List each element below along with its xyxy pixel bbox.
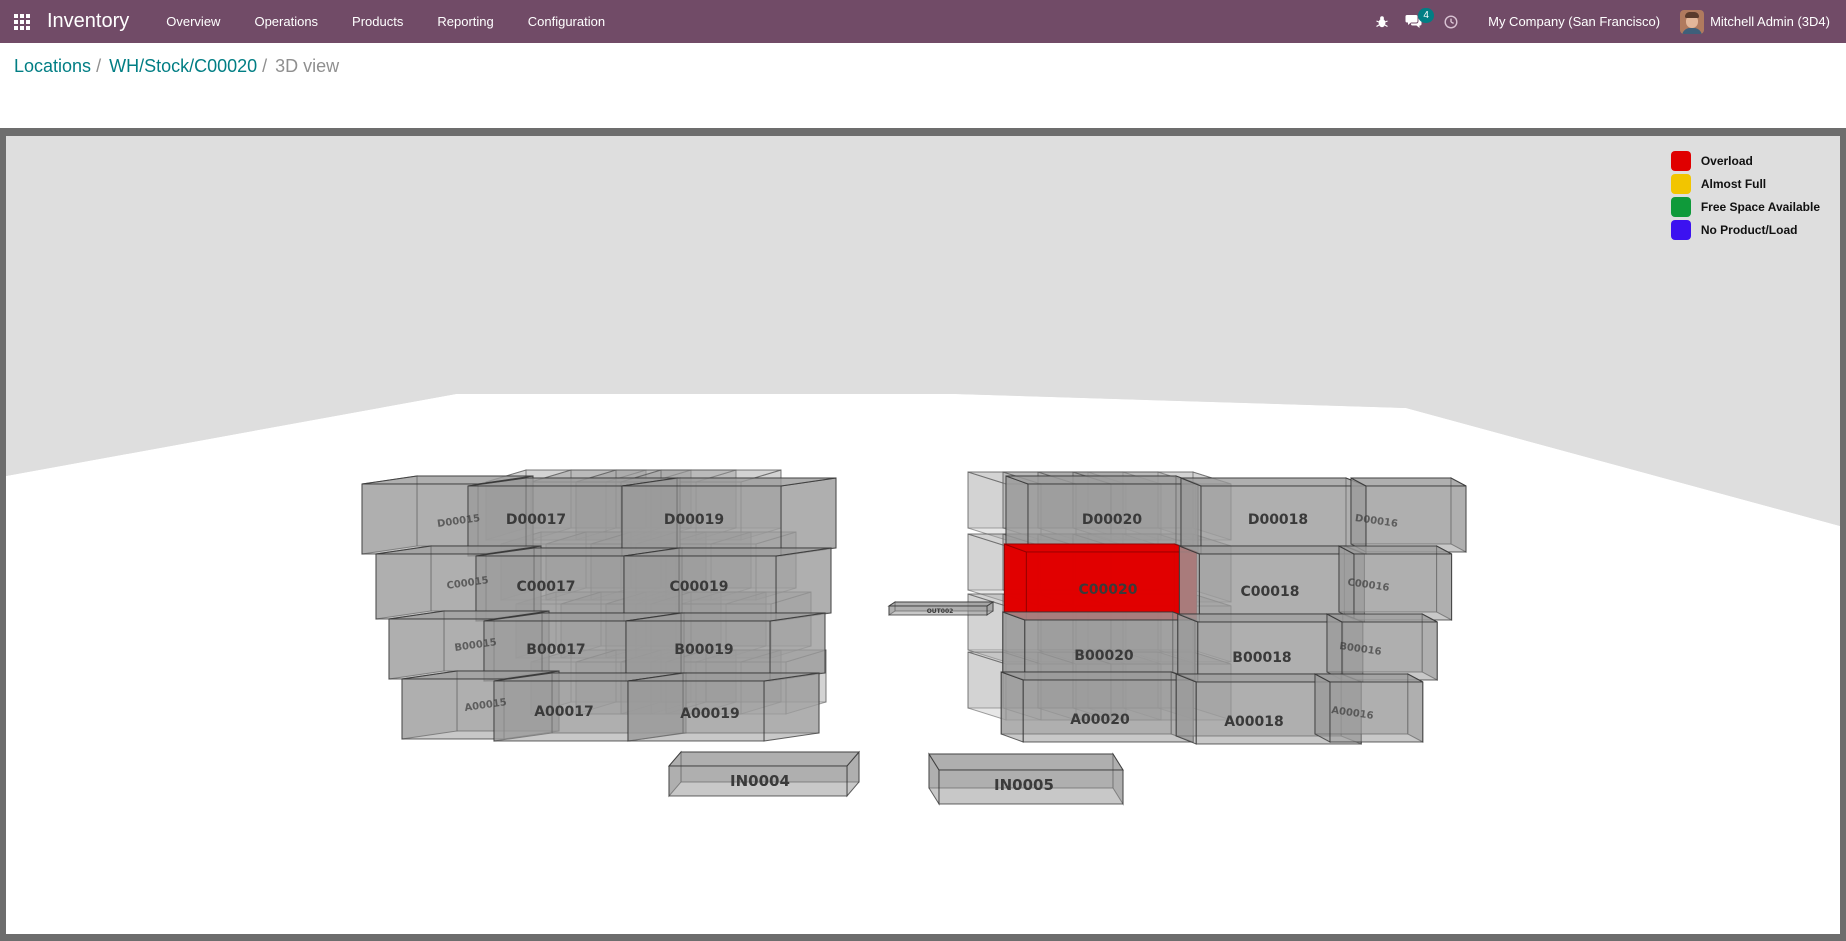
messages-icon[interactable]: 4 (1397, 0, 1435, 43)
bin-b00020-top-face[interactable] (1002, 611, 1195, 621)
bin-b00019-side-face[interactable] (769, 612, 826, 682)
bin-c00020-side-face[interactable] (1003, 543, 1027, 621)
bin-label-in0004: IN0004 (730, 772, 790, 790)
bin-d00019-side-face[interactable] (780, 477, 837, 557)
breadcrumb: Locations / WH/Stock/C00020 / 3D view (14, 56, 339, 77)
legend-label: Almost Full (1700, 176, 1767, 191)
bin-label-d00018: D00018 (1248, 512, 1308, 528)
legend-label: Overload (1700, 153, 1753, 168)
bin-a00020-front-face[interactable] (1022, 679, 1194, 743)
bin-label-in0005: IN0005 (994, 776, 1054, 794)
bin-label-a00020: A00020 (1070, 712, 1130, 728)
bin-a00016-side-face[interactable] (1314, 673, 1331, 743)
bin-a00019-side-face[interactable] (763, 672, 820, 742)
bin-c00018-side-face[interactable] (1178, 545, 1200, 623)
legend-item-almost-full: Almost Full (1670, 172, 1820, 195)
bin-d00020-top-face[interactable] (1005, 475, 1199, 485)
bin-a00020-top-face[interactable] (1001, 671, 1194, 681)
bin-label-c00019: C00019 (670, 579, 729, 595)
app-brand[interactable]: Inventory (47, 10, 129, 33)
menu-reporting[interactable]: Reporting (420, 0, 510, 43)
user-avatar (1680, 9, 1705, 34)
bin-label-c00020: C00020 (1079, 582, 1138, 598)
breadcrumb-location-c00020[interactable]: WH/Stock/C00020 (109, 56, 257, 77)
bin-label-b00018: B00018 (1232, 650, 1291, 666)
breadcrumb-separator: / (262, 56, 268, 76)
messages-count-badge: 4 (1418, 8, 1435, 23)
bin-in0004-top-face[interactable] (667, 751, 861, 767)
bin-label-out002: OUT002 (927, 608, 954, 615)
bin-b00016-top-face[interactable] (1326, 613, 1438, 623)
bin-label-b00020: B00020 (1074, 648, 1134, 664)
legend-item-no-product: No Product/Load (1670, 218, 1820, 241)
legend-item-overload: Overload (1670, 149, 1820, 172)
legend-swatch (1670, 219, 1691, 240)
user-menu[interactable]: Mitchell Admin (3D4) (1680, 9, 1846, 34)
activity-clock-icon[interactable] (1436, 0, 1466, 43)
menu-overview[interactable]: Overview (149, 0, 237, 43)
bin-label-d00020: D00020 (1082, 512, 1143, 528)
bin-label-b00019: B00019 (674, 642, 733, 658)
bin-c00019-side-face[interactable] (775, 547, 832, 622)
bin-label-a00017: A00017 (534, 704, 594, 720)
bin-d00018-top-face[interactable] (1180, 477, 1367, 487)
bin-out002-top-face[interactable] (887, 601, 995, 607)
bin-label-b00017: B00017 (526, 642, 585, 658)
3d-viewer-frame: D00017 D00019 C00017 C00019 B00017 B00019 A000… (0, 128, 1846, 941)
breadcrumb-separator: / (96, 56, 102, 76)
legend-swatch (1670, 150, 1691, 171)
bin-b00018-side-face[interactable] (1177, 613, 1199, 683)
navbar-systray: 4 My Company (San Francisco) Mitchell Ad… (1367, 0, 1846, 43)
company-switcher[interactable]: My Company (San Francisco) (1466, 14, 1680, 29)
warehouse-scene[interactable]: D00017 D00019 C00017 C00019 B00017 B00019 A000… (6, 136, 1840, 934)
menu-operations[interactable]: Operations (237, 0, 335, 43)
bin-d00018-side-face[interactable] (1180, 477, 1202, 555)
bin-c00016-top-face[interactable] (1338, 545, 1452, 555)
user-name: Mitchell Admin (3D4) (1710, 14, 1830, 29)
legend-item-free-space: Free Space Available (1670, 195, 1820, 218)
bin-label-d00019: D00019 (664, 512, 724, 528)
legend-swatch (1670, 173, 1691, 194)
apps-menu-icon[interactable] (0, 0, 44, 43)
bin-c00020-top-face[interactable] (1004, 543, 1197, 553)
capacity-legend: Overload Almost Full Free Space Availabl… (1670, 149, 1820, 241)
menu-products[interactable]: Products (335, 0, 420, 43)
top-navbar: Inventory Overview Operations Products R… (0, 0, 1846, 43)
bin-b00020-side-face[interactable] (1002, 611, 1026, 681)
bin-label-a00018: A00018 (1224, 714, 1284, 730)
bin-d00016-top-face[interactable] (1350, 477, 1467, 487)
legend-label: Free Space Available (1700, 199, 1820, 214)
menu-configuration[interactable]: Configuration (511, 0, 622, 43)
bin-label-c00017: C00017 (517, 579, 576, 595)
breadcrumb-current: 3D view (275, 56, 340, 76)
bin-a00020-side-face[interactable] (1000, 671, 1024, 743)
legend-label: No Product/Load (1700, 222, 1798, 237)
bin-label-c00018: C00018 (1241, 584, 1300, 600)
bin-a00018-side-face[interactable] (1175, 673, 1197, 745)
bin-in0005-top-face[interactable] (928, 753, 1124, 771)
bin-d00020-side-face[interactable] (1005, 475, 1029, 553)
3d-canvas[interactable]: D00017 D00019 C00017 C00019 B00017 B00019 A000… (6, 136, 1840, 934)
bin-label-d00017: D00017 (506, 512, 566, 528)
bin-c00018-top-face[interactable] (1179, 545, 1365, 555)
bin-label-a00019: A00019 (680, 706, 740, 722)
legend-swatch (1670, 196, 1691, 217)
breadcrumb-locations[interactable]: Locations (14, 56, 91, 77)
debug-bug-icon[interactable] (1367, 0, 1397, 43)
bin-a00016-top-face[interactable] (1314, 673, 1424, 683)
